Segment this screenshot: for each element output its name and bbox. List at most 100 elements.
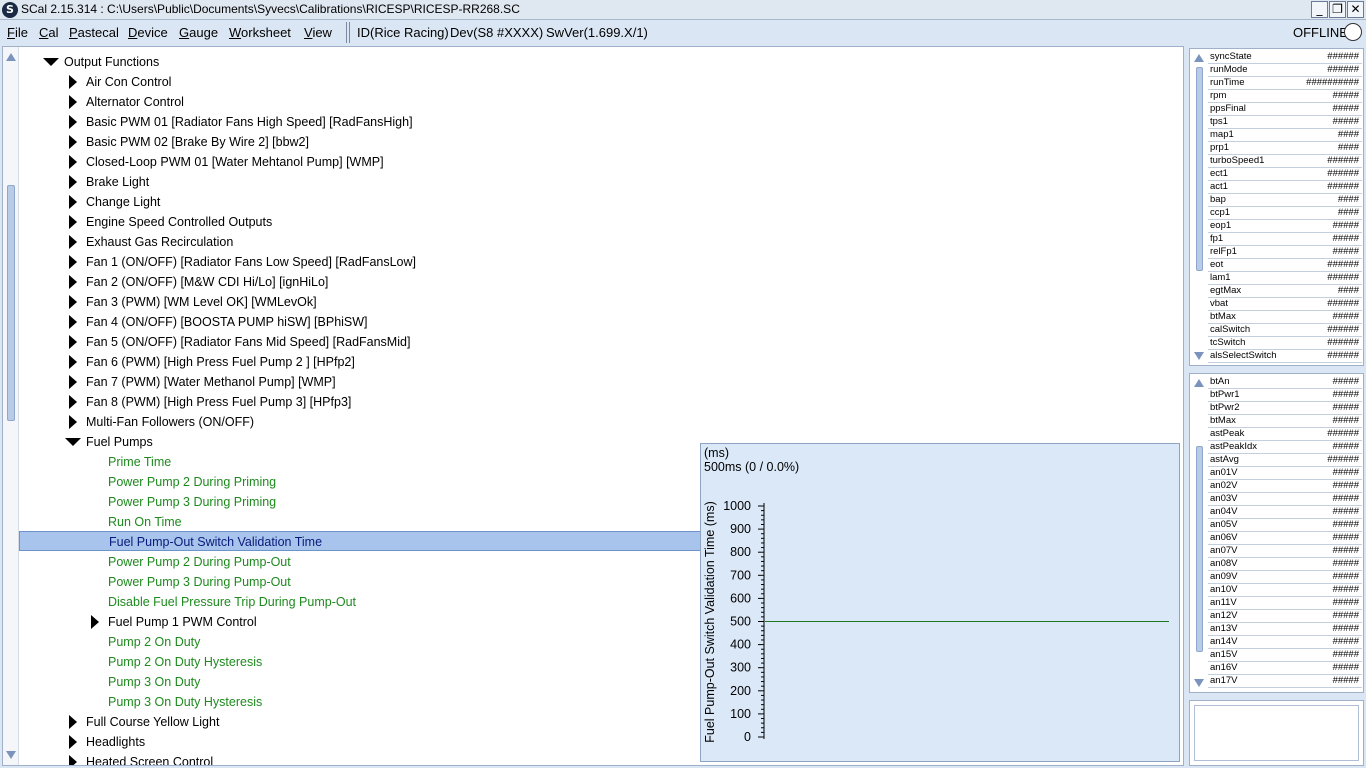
gauge-row-ppsFinal[interactable]: ppsFinal ##### xyxy=(1208,103,1362,116)
expand-arrow-icon[interactable] xyxy=(69,275,77,289)
gauge-row-syncState[interactable]: syncState ###### xyxy=(1208,51,1362,64)
gauge-row-btAn[interactable]: btAn ##### xyxy=(1208,376,1362,389)
tree-node-item[interactable]: Fan 2 (ON/OFF) [M&W CDI Hi/Lo] [ignHiLo] xyxy=(3,272,1183,292)
gauge-row-egtMax[interactable]: egtMax #### xyxy=(1208,285,1362,298)
expand-arrow-icon[interactable] xyxy=(69,335,77,349)
expand-arrow-icon[interactable] xyxy=(69,135,77,149)
expand-arrow-icon[interactable] xyxy=(69,155,77,169)
expand-arrow-icon[interactable] xyxy=(69,755,77,765)
tree-node-item[interactable]: Air Con Control xyxy=(3,72,1183,92)
close-button[interactable]: ✕ xyxy=(1347,1,1364,18)
tree-node-item[interactable]: Output Functions xyxy=(3,52,1183,72)
expand-arrow-icon[interactable] xyxy=(69,295,77,309)
gauge-row-an09V[interactable]: an09V ##### xyxy=(1208,571,1362,584)
gauge-row-an03V[interactable]: an03V ##### xyxy=(1208,493,1362,506)
gauge-row-an01V[interactable]: an01V ##### xyxy=(1208,467,1362,480)
gauge-row-vbat[interactable]: vbat ###### xyxy=(1208,298,1362,311)
menu-worksheet[interactable]: Worksheet xyxy=(229,25,291,40)
gauge-row-fp1[interactable]: fp1 ##### xyxy=(1208,233,1362,246)
info-box[interactable] xyxy=(1194,705,1359,761)
gauge-row-an05V[interactable]: an05V ##### xyxy=(1208,519,1362,532)
gauge-row-an06V[interactable]: an06V ##### xyxy=(1208,532,1362,545)
tree-node-item[interactable]: Alternator Control xyxy=(3,92,1183,112)
expand-arrow-icon[interactable] xyxy=(69,355,77,369)
expand-arrow-icon[interactable] xyxy=(69,415,77,429)
tree-node-item[interactable]: Fan 6 (PWM) [High Press Fuel Pump 2 ] [H… xyxy=(3,352,1183,372)
gauge-row-tps1[interactable]: tps1 ##### xyxy=(1208,116,1362,129)
tree-node-item[interactable]: Fan 7 (PWM) [Water Methanol Pump] [WMP] xyxy=(3,372,1183,392)
tree-node-item[interactable]: Basic PWM 02 [Brake By Wire 2] [bbw2] xyxy=(3,132,1183,152)
gauge-row-bap[interactable]: bap #### xyxy=(1208,194,1362,207)
scroll-up-arrow-icon[interactable] xyxy=(1194,379,1204,387)
collapse-arrow-icon[interactable] xyxy=(43,58,59,66)
gauge-row-an16V[interactable]: an16V ##### xyxy=(1208,662,1362,675)
expand-arrow-icon[interactable] xyxy=(69,175,77,189)
tree-node-item[interactable]: Fan 1 (ON/OFF) [Radiator Fans Low Speed]… xyxy=(3,252,1183,272)
gauge-row-act1[interactable]: act1 ###### xyxy=(1208,181,1362,194)
gauge-row-astAvg[interactable]: astAvg ###### xyxy=(1208,454,1362,467)
gauge-row-btPwr2[interactable]: btPwr2 ##### xyxy=(1208,402,1362,415)
expand-arrow-icon[interactable] xyxy=(69,195,77,209)
gauge-panel-top-scrollbar[interactable] xyxy=(1193,51,1207,363)
tree-node-item[interactable]: Multi-Fan Followers (ON/OFF) xyxy=(3,412,1183,432)
gauge-row-btPwr1[interactable]: btPwr1 ##### xyxy=(1208,389,1362,402)
gauge-row-an04V[interactable]: an04V ##### xyxy=(1208,506,1362,519)
gauge-row-map1[interactable]: map1 #### xyxy=(1208,129,1362,142)
gauge-row-ccp1[interactable]: ccp1 #### xyxy=(1208,207,1362,220)
scroll-thumb[interactable] xyxy=(1196,67,1203,271)
expand-arrow-icon[interactable] xyxy=(69,735,77,749)
tree-node-item[interactable]: Change Light xyxy=(3,192,1183,212)
expand-arrow-icon[interactable] xyxy=(69,715,77,729)
menu-file[interactable]: File xyxy=(7,25,28,40)
gauge-row-lam1[interactable]: lam1 ###### xyxy=(1208,272,1362,285)
gauge-row-runMode[interactable]: runMode ###### xyxy=(1208,64,1362,77)
expand-arrow-icon[interactable] xyxy=(91,615,99,629)
expand-arrow-icon[interactable] xyxy=(69,75,77,89)
gauge-row-alsSelectSwitch[interactable]: alsSelectSwitch ###### xyxy=(1208,350,1362,363)
gauge-row-prp1[interactable]: prp1 #### xyxy=(1208,142,1362,155)
scroll-down-arrow-icon[interactable] xyxy=(1194,352,1204,360)
tree-node-item[interactable]: Fan 4 (ON/OFF) [BOOSTA PUMP hiSW] [BPhiS… xyxy=(3,312,1183,332)
tree-node-item[interactable]: Fan 8 (PWM) [High Press Fuel Pump 3] [HP… xyxy=(3,392,1183,412)
menu-device[interactable]: Device xyxy=(128,25,168,40)
gauge-row-eop1[interactable]: eop1 ##### xyxy=(1208,220,1362,233)
gauge-panel-bottom[interactable]: btAn ##### btPwr1 ##### btPwr2 ##### btMax ####… xyxy=(1189,373,1364,693)
gauge-row-an02V[interactable]: an02V ##### xyxy=(1208,480,1362,493)
expand-arrow-icon[interactable] xyxy=(69,115,77,129)
expand-arrow-icon[interactable] xyxy=(69,315,77,329)
minimize-button[interactable]: _ xyxy=(1311,1,1328,18)
gauge-panel-bottom-scrollbar[interactable] xyxy=(1193,376,1207,690)
gauge-row-an12V[interactable]: an12V ##### xyxy=(1208,610,1362,623)
menu-pastecal[interactable]: Pastecal xyxy=(69,25,119,40)
expand-arrow-icon[interactable] xyxy=(69,235,77,249)
menu-cal[interactable]: Cal xyxy=(39,25,59,40)
expand-arrow-icon[interactable] xyxy=(69,375,77,389)
collapse-arrow-icon[interactable] xyxy=(65,438,81,446)
scroll-up-arrow-icon[interactable] xyxy=(1194,54,1204,62)
scroll-thumb[interactable] xyxy=(1196,446,1203,652)
title-bar[interactable]: S SCal 2.15.314 : C:\Users\Public\Docume… xyxy=(0,0,1366,20)
gauge-row-an07V[interactable]: an07V ##### xyxy=(1208,545,1362,558)
gauge-panel-top[interactable]: syncState ###### runMode ###### runTime #####… xyxy=(1189,48,1364,366)
gauge-row-tcSwitch[interactable]: tcSwitch ###### xyxy=(1208,337,1362,350)
gauge-row-astPeak[interactable]: astPeak ###### xyxy=(1208,428,1362,441)
tree-node-item[interactable]: Brake Light xyxy=(3,172,1183,192)
menu-gauge[interactable]: Gauge xyxy=(179,25,218,40)
gauge-row-astPeakIdx[interactable]: astPeakIdx ##### xyxy=(1208,441,1362,454)
tree-node-item[interactable]: Exhaust Gas Recirculation xyxy=(3,232,1183,252)
maximize-button[interactable]: ❐ xyxy=(1329,1,1346,18)
gauge-row-an17V[interactable]: an17V ##### xyxy=(1208,675,1362,688)
gauge-row-relFp1[interactable]: relFp1 ##### xyxy=(1208,246,1362,259)
gauge-row-an11V[interactable]: an11V ##### xyxy=(1208,597,1362,610)
expand-arrow-icon[interactable] xyxy=(69,95,77,109)
gauge-row-an08V[interactable]: an08V ##### xyxy=(1208,558,1362,571)
gauge-row-btMax[interactable]: btMax ##### xyxy=(1208,311,1362,324)
gauge-row-eot[interactable]: eot ###### xyxy=(1208,259,1362,272)
parameter-graph[interactable]: (ms) 500ms (0 / 0.0%) 0 100 200 300 400 500 60… xyxy=(700,443,1180,762)
gauge-row-rpm[interactable]: rpm ##### xyxy=(1208,90,1362,103)
gauge-row-ect1[interactable]: ect1 ###### xyxy=(1208,168,1362,181)
tree-node-item[interactable]: Basic PWM 01 [Radiator Fans High Speed] … xyxy=(3,112,1183,132)
gauge-row-an15V[interactable]: an15V ##### xyxy=(1208,649,1362,662)
tree-node-item[interactable]: Fan 3 (PWM) [WM Level OK] [WMLevOk] xyxy=(3,292,1183,312)
gauge-row-an13V[interactable]: an13V ##### xyxy=(1208,623,1362,636)
